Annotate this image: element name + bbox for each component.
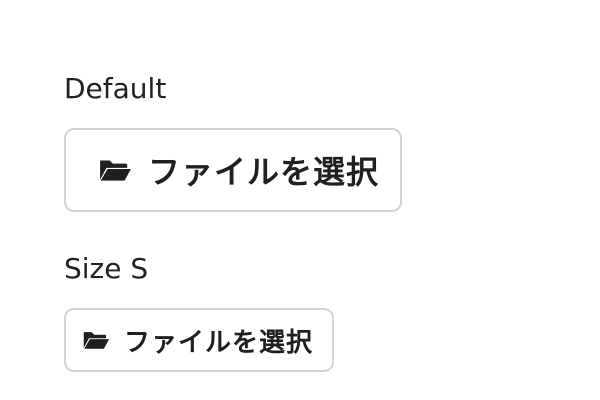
select-file-button-default[interactable]: ファイルを選択 <box>64 128 402 212</box>
folder-open-icon <box>98 157 132 183</box>
section-label-default: Default <box>64 72 167 105</box>
select-file-button-label: ファイルを選択 <box>148 153 380 191</box>
select-file-button-small[interactable]: ファイルを選択 <box>64 308 334 372</box>
section-label-size-s: Size S <box>64 252 149 285</box>
folder-open-icon <box>82 329 110 351</box>
file-picker-demo: Default ファイルを選択 Size S ファイルを選択 <box>0 0 600 400</box>
select-file-button-label: ファイルを選択 <box>124 327 314 358</box>
